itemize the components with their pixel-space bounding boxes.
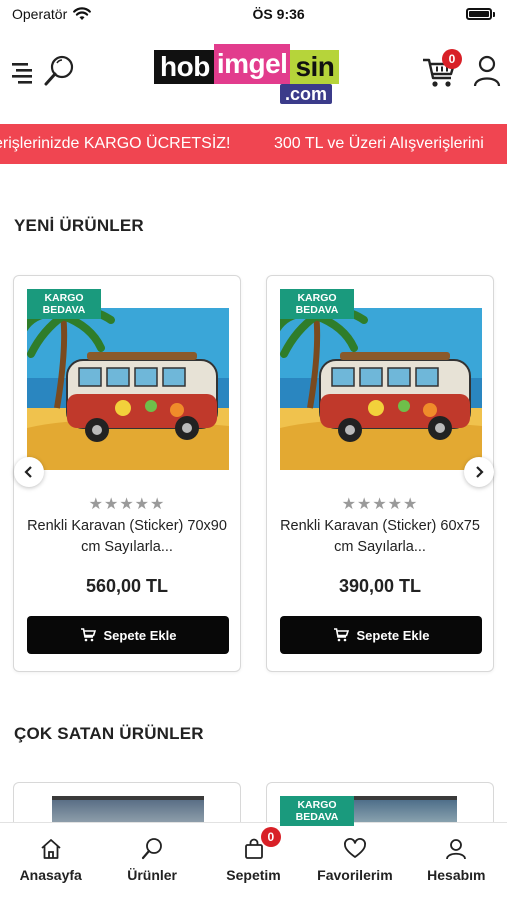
carousel-next-button[interactable] [464, 457, 494, 487]
promo-text: erişlerinizde KARGO ÜCRETSİZ! [0, 135, 231, 152]
user-icon [446, 839, 467, 860]
product-image[interactable] [280, 308, 482, 470]
cart-icon [80, 628, 96, 642]
user-icon[interactable] [473, 54, 501, 88]
menu-icon[interactable] [10, 58, 38, 86]
tab-cart[interactable]: 0 Sepetim [203, 823, 304, 900]
tab-label: Hesabım [427, 867, 486, 883]
logo-domain: .com [280, 84, 333, 104]
home-icon [41, 839, 61, 859]
battery-icon [465, 8, 492, 20]
free-shipping-badge: KARGO BEDAVA [280, 289, 354, 319]
add-to-cart-label: Sepete Ekle [356, 627, 430, 643]
product-name[interactable]: Renkli Karavan (Sticker) 70x90 cm Sayıla… [24, 516, 230, 558]
bottom-tab-bar: Anasayfa Ürünler 0 Sepetim Favorilerim H… [0, 822, 507, 900]
tab-favorites[interactable]: Favorilerim [304, 823, 405, 900]
add-to-cart-label: Sepete Ekle [103, 627, 177, 643]
add-to-cart-button[interactable]: Sepete Ekle [27, 616, 229, 654]
cart-count-badge: 0 [260, 827, 281, 847]
cart-count-badge: 0 [442, 49, 462, 69]
section-title-new-products: YENİ ÜRÜNLER [14, 216, 144, 235]
tab-products[interactable]: Ürünler [101, 823, 202, 900]
product-card[interactable]: KARGO BEDAVA ★★★★★ Renkli Karavan (Stick… [266, 275, 494, 672]
product-image[interactable] [27, 308, 229, 470]
van-illustration [27, 308, 229, 470]
status-left: Operatör [12, 6, 92, 22]
status-bar: Operatör ÖS 9:36 [0, 0, 507, 28]
tab-label: Favorilerim [317, 867, 393, 883]
tab-account[interactable]: Hesabım [406, 823, 507, 900]
free-shipping-badge: KARGO BEDAVA [27, 289, 101, 319]
section-title-best-sellers: ÇOK SATAN ÜRÜNLER [14, 724, 204, 743]
search-icon[interactable] [42, 54, 76, 88]
tab-label: Sepetim [226, 867, 281, 883]
chevron-right-icon [476, 466, 484, 478]
cart-icon [333, 628, 349, 642]
free-shipping-badge: KARGO BEDAVA [280, 796, 354, 826]
heart-icon [343, 838, 366, 858]
add-to-cart-button[interactable]: Sepete Ekle [280, 616, 482, 654]
carousel-prev-button[interactable] [14, 457, 44, 487]
promo-text: 300 TL ve Üzeri Alışverişlerini [274, 135, 484, 152]
rating-stars: ★★★★★ [88, 496, 166, 513]
header: hob imgel sin .com 0 [0, 30, 507, 116]
wifi-icon [73, 7, 92, 20]
product-price: 390,00 TL [338, 576, 422, 596]
product-name[interactable]: Renkli Karavan (Sticker) 60x75 cm Sayıla… [277, 516, 483, 558]
tab-label: Ürünler [127, 867, 177, 883]
clock: ÖS 9:36 [252, 6, 305, 22]
chevron-left-icon [24, 466, 32, 478]
van-illustration [280, 308, 482, 470]
battery-indicator [465, 8, 495, 20]
product-price: 560,00 TL [85, 576, 169, 596]
logo[interactable]: hob imgel sin .com [154, 44, 354, 106]
tab-home[interactable]: Anasayfa [0, 823, 101, 900]
tab-label: Anasayfa [19, 867, 82, 883]
rating-stars: ★★★★★ [341, 496, 419, 513]
product-card[interactable]: KARGO BEDAVA ★★★★★ Renkli Karavan (Stick… [13, 275, 241, 672]
logo-wordmark: hob imgel sin [154, 44, 340, 84]
carrier-label: Operatör [12, 6, 68, 22]
promo-marquee: erişlerinizde KARGO ÜCRETSİZ! 300 TL ve … [0, 124, 507, 164]
search-icon [142, 838, 163, 860]
